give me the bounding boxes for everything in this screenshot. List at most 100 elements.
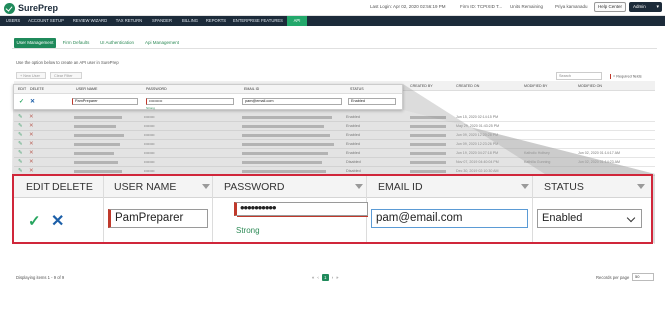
- clear-filter-button[interactable]: Clear Filter: [50, 72, 82, 79]
- help-center-button[interactable]: Help Center: [594, 2, 626, 12]
- status-cell: Disabled: [346, 160, 361, 164]
- top-bar: SurePrep Last Login: Apr 02, 2020 02:56:…: [0, 0, 665, 16]
- logo-text: SurePrep: [18, 3, 59, 13]
- edit-icon[interactable]: ✎: [18, 141, 23, 147]
- created-on-cell: May 29, 2020 01:43:25 PM: [456, 124, 500, 128]
- email-cell: [242, 134, 330, 137]
- col-created-on[interactable]: CREATED ON: [456, 84, 479, 88]
- mini-col-status: STATUS: [350, 87, 364, 91]
- mini-password-input[interactable]: ••••••••••: [146, 98, 234, 105]
- edit-icon[interactable]: ✎: [18, 114, 23, 120]
- mini-save-check-icon[interactable]: ✓: [19, 98, 24, 105]
- last-page-icon[interactable]: »: [336, 275, 338, 280]
- email-cell: [242, 125, 324, 128]
- mini-col-delete: DELETE: [30, 87, 44, 91]
- prev-page-icon[interactable]: ‹: [317, 275, 318, 280]
- page-number-current[interactable]: 1: [321, 273, 329, 281]
- password-cell: ••••••••: [144, 151, 155, 155]
- mini-password-strength: Strong: [146, 106, 155, 110]
- nav-spander[interactable]: SPANDER: [148, 16, 176, 26]
- created-by-cell: [410, 134, 446, 137]
- zoom-col-password[interactable]: PASSWORD: [224, 181, 284, 193]
- admin-menu-button[interactable]: Admin: [629, 2, 662, 12]
- created-by-cell: [410, 143, 446, 146]
- nav-review-wizard[interactable]: REVIEW WIZARD: [70, 16, 110, 26]
- delete-icon[interactable]: ✕: [29, 123, 34, 129]
- table-row: ✎ ✕ •••••••• Enabled May 29, 2020 01:43:2…: [14, 122, 655, 131]
- edit-icon[interactable]: ✎: [18, 150, 23, 156]
- col-modified-on[interactable]: MODIFIED ON: [578, 84, 602, 88]
- created-on-cell: Jun 09, 2020 12:23:26 PM: [456, 142, 499, 146]
- delete-icon[interactable]: ✕: [29, 114, 34, 120]
- password-cell: ••••••••: [144, 160, 155, 164]
- password-cell: ••••••••: [144, 115, 155, 119]
- status-cell: Enabled: [346, 133, 360, 137]
- delete-icon[interactable]: ✕: [29, 132, 34, 138]
- modified-by-cell: Katholic Holtsey: [524, 151, 550, 155]
- status-select[interactable]: Enabled: [537, 209, 642, 228]
- mini-cancel-x-icon[interactable]: ✕: [30, 98, 35, 105]
- first-page-icon[interactable]: «: [312, 275, 314, 280]
- email-input[interactable]: pam@email.com: [371, 209, 528, 228]
- tab-firm-defaults[interactable]: Firm Defaults: [60, 38, 92, 48]
- nav-account-setup[interactable]: ACCOUNT SETUP: [26, 16, 66, 26]
- password-filter-icon[interactable]: [355, 184, 363, 189]
- created-by-cell: [410, 161, 446, 164]
- col-modified-by[interactable]: MODIFIED BY: [524, 84, 547, 88]
- delete-icon[interactable]: ✕: [29, 141, 34, 147]
- mini-username-input[interactable]: PamPreparer: [72, 98, 138, 105]
- email-cell: [242, 170, 326, 173]
- tabs-divider: [12, 48, 657, 49]
- username-cell: [74, 170, 122, 173]
- new-user-button[interactable]: + New User: [16, 72, 46, 79]
- col-divider: [103, 176, 104, 242]
- table-row: ✎ ✕ •••••••• Enabled Jun 19, 2020 04:27:1…: [14, 149, 655, 158]
- mini-status-select[interactable]: Enabled: [348, 98, 396, 105]
- next-page-icon[interactable]: ›: [332, 275, 333, 280]
- mini-col-username: USER NAME: [76, 87, 98, 91]
- edit-icon[interactable]: ✎: [18, 132, 23, 138]
- save-check-icon[interactable]: ✓: [28, 212, 41, 230]
- created-by-cell: [410, 152, 446, 155]
- edit-icon[interactable]: ✎: [18, 123, 23, 129]
- nav-users[interactable]: USERS: [4, 16, 22, 26]
- nav-billing[interactable]: BILLING: [180, 16, 200, 26]
- modified-on-cell: Jun 02, 2020 01:14:23 AM: [578, 160, 620, 164]
- records-per-page-select[interactable]: 50: [632, 273, 654, 281]
- status-cell: Enabled: [346, 124, 360, 128]
- created-by-cell: [410, 125, 446, 128]
- delete-icon[interactable]: ✕: [29, 150, 34, 156]
- email-cell: [242, 143, 334, 146]
- sureprep-logo[interactable]: SurePrep: [4, 2, 58, 14]
- tab-api-management[interactable]: Api Management: [142, 38, 182, 48]
- col-created-by[interactable]: CREATED BY: [410, 84, 433, 88]
- current-user[interactable]: Priya kamanadu: [555, 4, 588, 9]
- username-cell: [74, 143, 120, 146]
- tab-user-management[interactable]: User Management: [14, 38, 56, 48]
- inline-edit-row-small: EDIT DELETE USER NAME PASSWORD EMAIL ID …: [13, 84, 403, 110]
- email-cell: [242, 161, 322, 164]
- nav-reports[interactable]: REPORTS: [204, 16, 228, 26]
- search-input[interactable]: Search: [556, 72, 602, 80]
- email-filter-icon[interactable]: [521, 184, 529, 189]
- username-filter-icon[interactable]: [202, 184, 210, 189]
- table-row: ✎ ✕ •••••••• Enabled Jun 15, 2020 02:14:1…: [14, 113, 655, 122]
- delete-icon[interactable]: ✕: [29, 159, 34, 165]
- pagination: « ‹ 1 › »: [312, 273, 339, 281]
- username-cell: [74, 134, 124, 137]
- zoom-col-email[interactable]: EMAIL ID: [378, 181, 423, 193]
- zoom-col-edit: EDIT: [26, 181, 50, 193]
- password-input[interactable]: ••••••••••: [234, 201, 368, 216]
- status-filter-icon[interactable]: [637, 184, 645, 189]
- zoom-col-username[interactable]: USER NAME: [114, 181, 176, 193]
- edit-icon[interactable]: ✎: [18, 159, 23, 165]
- mini-email-input[interactable]: pam@email.com: [242, 98, 342, 105]
- zoom-col-status[interactable]: STATUS: [544, 181, 584, 193]
- username-input[interactable]: PamPreparer: [108, 209, 208, 228]
- nav-tax-return[interactable]: TAX RETURN: [114, 16, 144, 26]
- tab-ui-authentication[interactable]: UI Authentication: [96, 38, 138, 48]
- nav-api[interactable]: API: [287, 16, 307, 26]
- main-nav: USERS ACCOUNT SETUP REVIEW WIZARD TAX RE…: [0, 16, 665, 26]
- cancel-x-icon[interactable]: ✕: [51, 211, 64, 231]
- nav-enterprise-features[interactable]: ENTERPRISE FEATURES: [232, 16, 284, 26]
